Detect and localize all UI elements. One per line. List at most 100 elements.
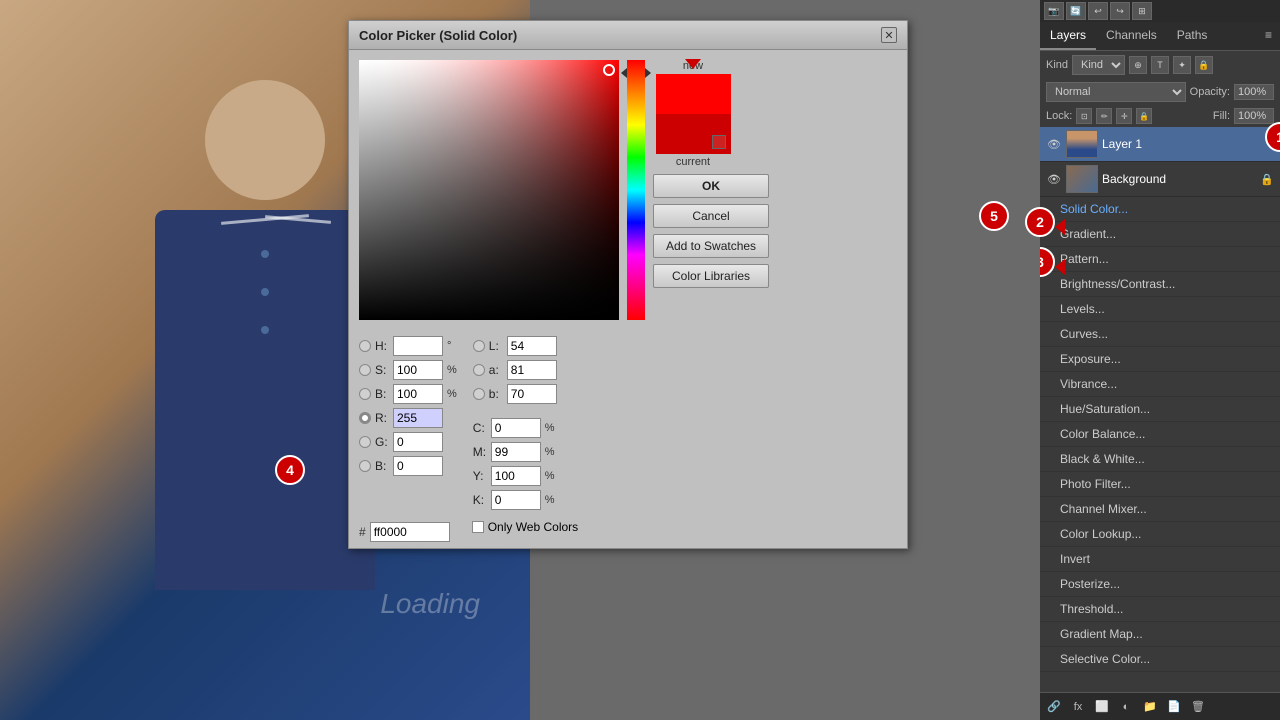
adj-menu-item[interactable]: Posterize... (1040, 572, 1280, 597)
adj-menu-item[interactable]: Gradient Map... (1040, 622, 1280, 647)
adj-menu-item[interactable]: Levels... (1040, 297, 1280, 322)
panel-options-menu[interactable]: ≡ (1257, 22, 1280, 50)
layer-style-icon[interactable]: fx (1068, 697, 1088, 717)
adj-menu-item[interactable]: Black & White... (1040, 447, 1280, 472)
background-lock-icon: 🔒 (1260, 173, 1274, 186)
tab-paths[interactable]: Paths (1167, 22, 1218, 50)
lock-all-btn[interactable]: 🔒 (1136, 108, 1152, 124)
toolbar-icon-1[interactable]: 📷 (1044, 2, 1064, 20)
add-to-swatches-button[interactable]: Add to Swatches (653, 234, 769, 258)
only-web-colors-label: Only Web Colors (488, 520, 578, 534)
adj-menu-item[interactable]: Exposure... (1040, 347, 1280, 372)
lock-image-btn[interactable]: ✏ (1096, 108, 1112, 124)
layer-item-layer1[interactable]: 👁 Layer 1 (1040, 127, 1280, 162)
K-input[interactable] (491, 490, 541, 510)
kind-icon-4[interactable]: 🔒 (1195, 56, 1213, 74)
new-layer-icon[interactable]: 📄 (1164, 697, 1184, 717)
b2-radio[interactable] (359, 460, 371, 472)
toolbar-icon-2[interactable]: 🔄 (1066, 2, 1086, 20)
only-web-colors-checkbox[interactable] (472, 521, 484, 533)
C-input-row: C: % (473, 418, 557, 438)
r-input[interactable] (393, 408, 443, 428)
canvas-area: Loading 4 Color Picker (Solid Color) ✕ (0, 0, 1040, 720)
adj-menu-item[interactable]: Color Balance... (1040, 422, 1280, 447)
adj-menu-item[interactable]: Solid Color... (1040, 197, 1280, 222)
s-input[interactable] (393, 360, 443, 380)
adj-menu-item[interactable]: Channel Mixer... (1040, 497, 1280, 522)
adj-menu-item[interactable]: Curves... (1040, 322, 1280, 347)
color-spectrum-bar[interactable] (627, 60, 645, 320)
kind-row: Kind Kind ⊕ T ✦ 🔒 (1040, 51, 1280, 79)
fill-row: Fill: (1213, 108, 1274, 124)
kind-icon-2[interactable]: T (1151, 56, 1169, 74)
Y-input[interactable] (491, 466, 541, 486)
toolbar-icon-4[interactable]: ↪ (1110, 2, 1130, 20)
b2-input[interactable] (393, 456, 443, 476)
ok-button[interactable]: OK (653, 174, 769, 198)
adj-menu-item[interactable]: Brightness/Contrast... (1040, 272, 1280, 297)
b-lab-input[interactable] (507, 384, 557, 404)
color-preview-section: new current (653, 60, 733, 168)
hex-input[interactable] (370, 522, 450, 542)
layer-item-background[interactable]: 👁 Background 🔒 (1040, 162, 1280, 197)
adjustment-layer-icon[interactable]: ◐ (1116, 697, 1136, 717)
g-input[interactable] (393, 432, 443, 452)
opacity-input[interactable] (1234, 84, 1274, 100)
adj-menu-item[interactable]: Selective Color... (1040, 647, 1280, 672)
link-layers-icon[interactable]: 🔗 (1044, 697, 1064, 717)
adj-menu-item[interactable]: Invert (1040, 547, 1280, 572)
adj-menu-item[interactable]: Gradient... (1040, 222, 1280, 247)
adj-menu-item[interactable]: Vibrance... (1040, 372, 1280, 397)
kind-dropdown[interactable]: Kind (1072, 55, 1125, 75)
color-gradient-picker[interactable] (359, 60, 619, 320)
adj-menu-item[interactable]: Pattern... (1040, 247, 1280, 272)
tab-layers[interactable]: Layers (1040, 22, 1096, 50)
b-lab-label: b: (489, 387, 503, 401)
new-group-icon[interactable]: 📁 (1140, 697, 1160, 717)
adjustment-menu: 3 Solid Color...Gradient...Pattern...Bri… (1040, 197, 1280, 692)
tab-channels[interactable]: Channels (1096, 22, 1167, 50)
color-libraries-button[interactable]: Color Libraries (653, 264, 769, 288)
blend-mode-dropdown[interactable]: Normal (1046, 82, 1186, 102)
hsb-rgb-column: H: ° S: % B: % R: (359, 336, 457, 510)
kind-icon-3[interactable]: ✦ (1173, 56, 1191, 74)
lock-position-btn[interactable]: ✛ (1116, 108, 1132, 124)
r-label: R: (375, 411, 389, 425)
s-radio[interactable] (359, 364, 371, 376)
kind-icon-1[interactable]: ⊕ (1129, 56, 1147, 74)
r-radio[interactable] (359, 412, 371, 424)
cancel-button[interactable]: Cancel (653, 204, 769, 228)
h-radio[interactable] (359, 340, 371, 352)
dialog-close-button[interactable]: ✕ (881, 27, 897, 43)
M-label: M: (473, 445, 487, 459)
preview-buttons-section: new current OK Cancel (653, 60, 769, 320)
h-input[interactable] (393, 336, 443, 356)
toolbar-icon-5[interactable]: ⊞ (1132, 2, 1152, 20)
adj-menu-item[interactable]: Color Lookup... (1040, 522, 1280, 547)
b-radio[interactable] (359, 388, 371, 400)
b-input[interactable] (393, 384, 443, 404)
g-label: G: (375, 435, 389, 449)
layer1-eye[interactable]: 👁 (1046, 136, 1062, 152)
adj-menu-item[interactable]: Photo Filter... (1040, 472, 1280, 497)
L-radio[interactable] (473, 340, 485, 352)
M-input[interactable] (491, 442, 541, 462)
b-lab-radio[interactable] (473, 388, 485, 400)
person-head (205, 80, 325, 200)
a-radio[interactable] (473, 364, 485, 376)
b-unit: % (447, 388, 457, 400)
L-input[interactable] (507, 336, 557, 356)
adj-menu-item[interactable]: Hue/Saturation... (1040, 397, 1280, 422)
lock-transparent-btn[interactable]: ⊡ (1076, 108, 1092, 124)
background-eye[interactable]: 👁 (1046, 171, 1062, 187)
K-input-row: K: % (473, 490, 557, 510)
C-input[interactable] (491, 418, 541, 438)
toolbar-icon-3[interactable]: ↩ (1088, 2, 1108, 20)
g-radio[interactable] (359, 436, 371, 448)
layer-mask-icon[interactable]: ⬜ (1092, 697, 1112, 717)
delete-layer-icon[interactable]: 🗑 (1188, 697, 1208, 717)
a-input[interactable] (507, 360, 557, 380)
adj-menu-item[interactable]: Threshold... (1040, 597, 1280, 622)
layers-panel: Layers Channels Paths ≡ Kind Kind ⊕ T ✦ … (1040, 22, 1280, 197)
fill-input[interactable] (1234, 108, 1274, 124)
